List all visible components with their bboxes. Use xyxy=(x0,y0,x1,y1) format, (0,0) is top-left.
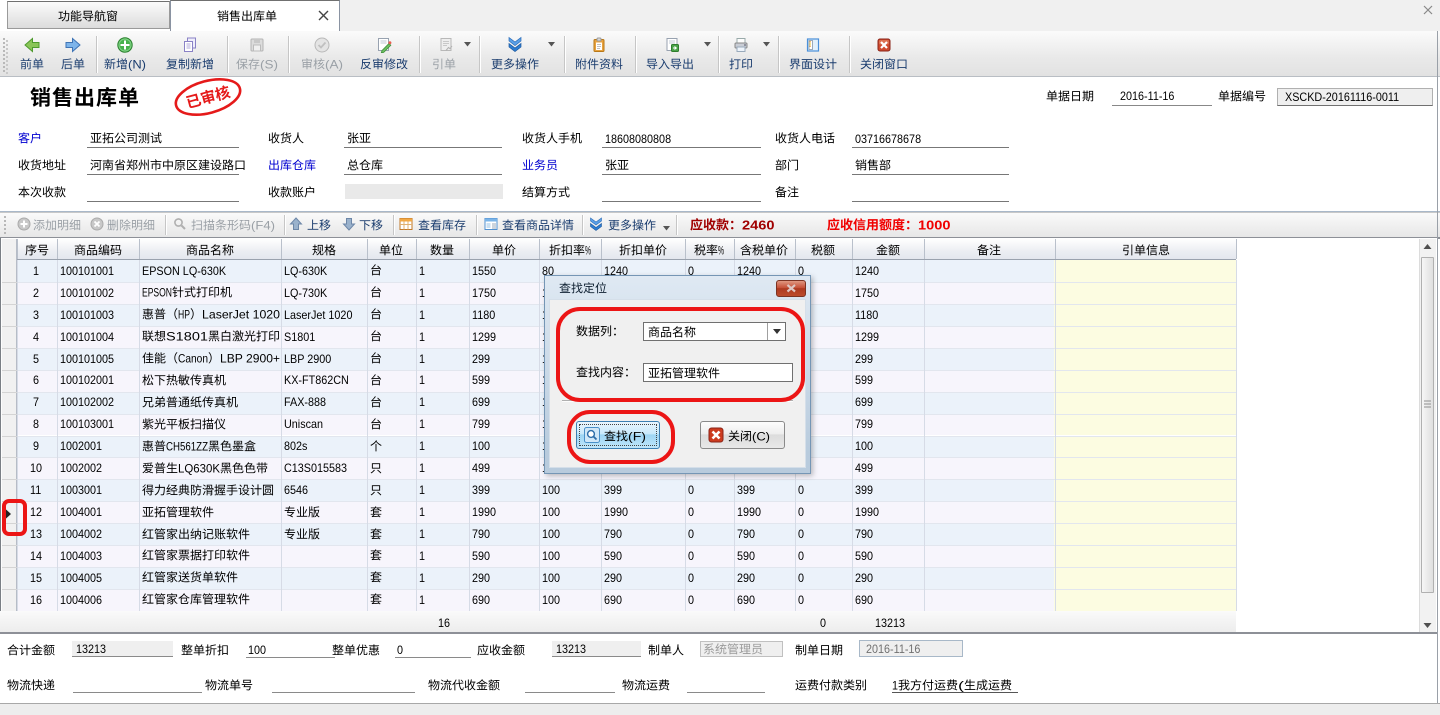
svg-text:S1801: S1801 xyxy=(166,329,208,343)
svg-text:(: ( xyxy=(958,678,964,692)
svg-text:2460: 2460 xyxy=(742,217,775,232)
svg-text:%: % xyxy=(585,243,591,257)
svg-text:1000: 1000 xyxy=(918,217,951,232)
svg-text:(N): (N) xyxy=(128,57,146,71)
svg-text:LQ630K: LQ630K xyxy=(178,461,220,475)
svg-text:1: 1 xyxy=(892,678,898,692)
svg-text:(S): (S) xyxy=(260,57,278,71)
svg-text:(F4): (F4) xyxy=(251,218,275,232)
svg-text:LaserJet 1020: LaserJet 1020 xyxy=(202,307,280,321)
svg-text:LBP 2900+: LBP 2900+ xyxy=(220,351,280,365)
svg-text:(A): (A) xyxy=(325,57,343,71)
svg-text:EPSON: EPSON xyxy=(142,285,172,299)
svg-text:CH561ZZ: CH561ZZ xyxy=(166,439,208,453)
svg-text:HP: HP xyxy=(178,307,190,321)
svg-text:%: % xyxy=(718,243,724,257)
svg-text:(C): (C) xyxy=(752,429,770,443)
svg-text:Canon: Canon xyxy=(178,351,208,365)
